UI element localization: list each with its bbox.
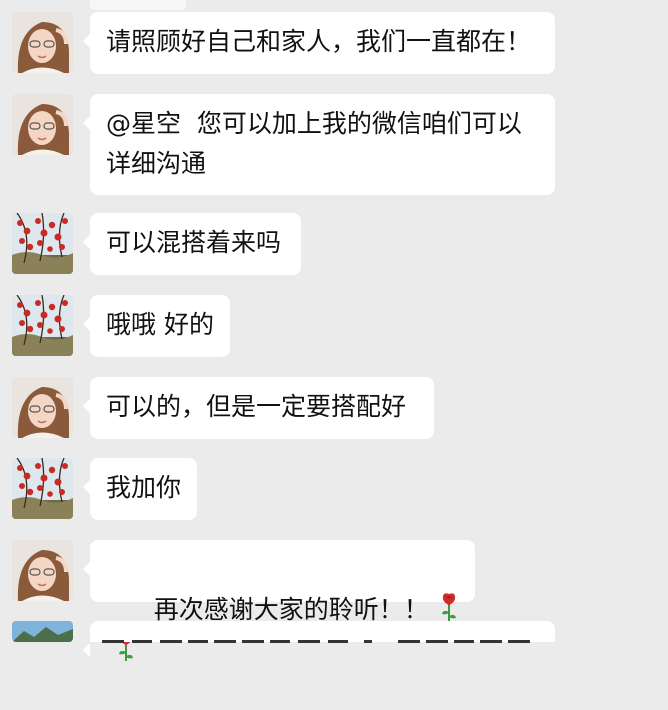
message-bubble[interactable]: 我加你 <box>83 458 197 520</box>
avatar-woman[interactable] <box>12 12 73 73</box>
avatar-woman[interactable] <box>12 540 73 601</box>
avatar-autumn[interactable] <box>12 458 73 519</box>
message-bubble[interactable]: 哦哦 好的 <box>83 295 230 357</box>
message-bubble[interactable]: 可以的，但是一定要搭配好 <box>83 377 434 439</box>
message-bubble[interactable]: @星空 您可以加上我的微信咱们可以 详细沟通 <box>83 94 555 195</box>
message-bubble[interactable]: 再次感谢大家的聆听！！ <box>83 540 475 661</box>
avatar-autumn[interactable] <box>12 213 73 274</box>
avatar-landscape[interactable] <box>12 621 73 642</box>
rose-icon <box>439 592 459 622</box>
message-bubble[interactable]: 请照顾好自己和家人，我们一直都在！ <box>83 12 555 74</box>
avatar-autumn[interactable] <box>12 295 73 356</box>
previous-message-fragment <box>90 0 186 10</box>
message-text: 再次感谢大家的聆听！！ <box>153 595 429 624</box>
message-bubble[interactable]: 可以混搭着来吗 <box>83 213 301 275</box>
avatar-woman[interactable] <box>12 377 73 438</box>
avatar-woman[interactable] <box>12 94 73 155</box>
chat-area: 请照顾好自己和家人，我们一直都在！ @星空 您可以加上我的微信咱们可以 详细沟通 <box>0 0 668 661</box>
